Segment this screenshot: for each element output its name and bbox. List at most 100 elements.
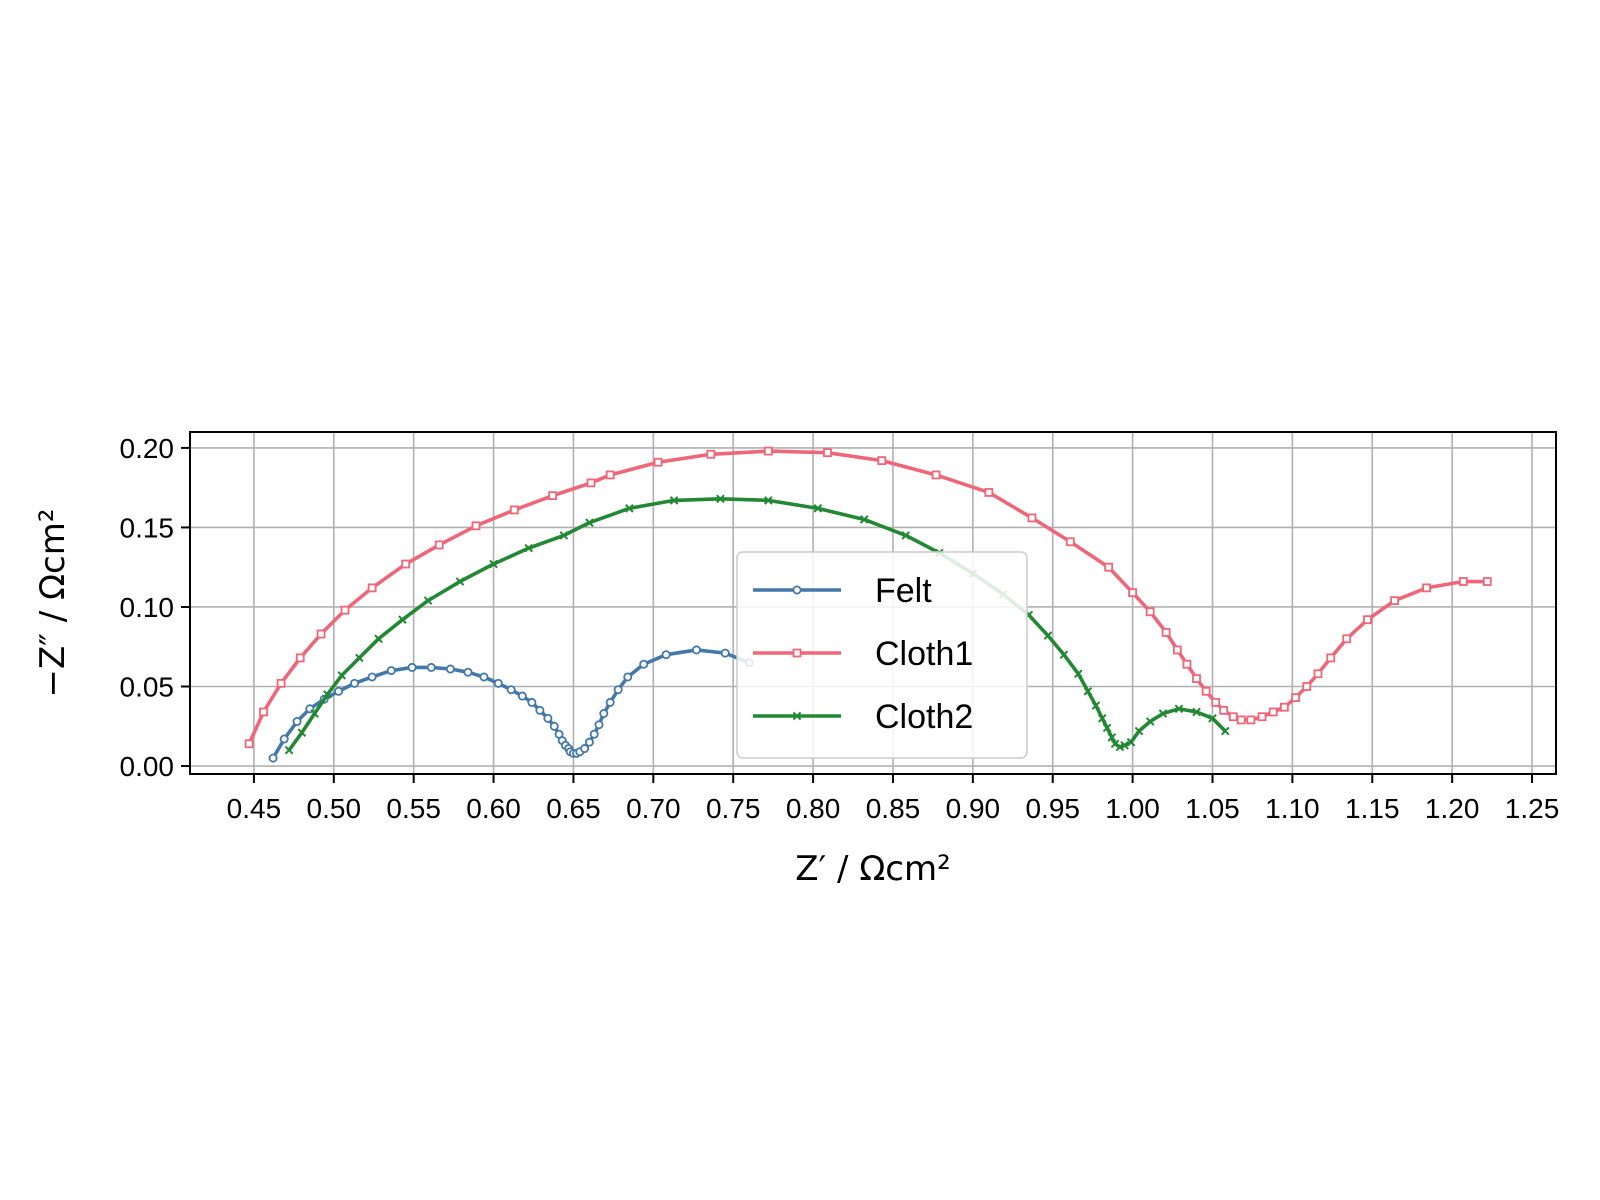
data-point-felt (527, 697, 537, 707)
x-tick-label: 0.70 (626, 793, 681, 824)
data-point-felt (543, 713, 553, 723)
data-point-felt (268, 753, 278, 763)
data-point-felt (639, 659, 649, 669)
data-point-felt (463, 667, 473, 677)
data-point-cloth1 (276, 678, 286, 688)
data-point-felt (506, 685, 516, 695)
legend-label-cloth2: Cloth2 (875, 698, 973, 736)
data-point-cloth1 (1236, 715, 1246, 725)
legend-label-felt: Felt (875, 572, 932, 610)
data-point-felt (720, 648, 730, 658)
x-axis-title: Z′ / Ωcm² (795, 849, 951, 889)
data-point-cloth1 (1228, 712, 1238, 722)
data-point-cloth1 (1257, 712, 1267, 722)
data-point-cloth1 (706, 449, 716, 459)
data-point-cloth1 (1302, 682, 1312, 691)
legend-marker-cloth1 (792, 648, 802, 658)
data-point-cloth1 (877, 456, 887, 466)
data-point-cloth1 (1363, 615, 1372, 625)
data-point-felt (599, 709, 609, 719)
data-point-felt (661, 650, 671, 660)
data-point-cloth1 (1027, 513, 1037, 523)
data-point-cloth1 (653, 457, 663, 467)
data-point-felt (407, 662, 417, 672)
x-tick-label: 0.65 (546, 793, 601, 824)
data-point-cloth1 (1182, 659, 1192, 669)
x-tick-label: 0.50 (307, 793, 362, 824)
data-point-felt (613, 685, 623, 695)
data-point-cloth1 (1201, 686, 1211, 696)
data-point-cloth1 (1104, 562, 1114, 572)
data-point-cloth1 (340, 605, 350, 615)
data-point-cloth1 (509, 505, 519, 515)
data-point-cloth1 (1065, 537, 1075, 547)
data-point-cloth1 (1422, 583, 1431, 593)
x-tick-label: 1.15 (1345, 793, 1400, 824)
x-tick-label: 0.60 (466, 793, 521, 824)
data-point-felt (623, 672, 633, 682)
x-tick-label: 1.20 (1425, 793, 1480, 824)
data-point-cloth1 (1390, 596, 1400, 606)
data-point-cloth1 (259, 707, 268, 717)
y-tick-label: 0.15 (120, 512, 175, 543)
data-point-felt (479, 672, 489, 682)
data-point-cloth1 (295, 653, 305, 663)
data-point-felt (292, 717, 302, 727)
x-tick-label: 0.85 (866, 793, 921, 824)
data-point-cloth1 (1219, 705, 1229, 715)
x-tick-label: 0.80 (786, 793, 841, 824)
x-tick-label: 1.05 (1185, 793, 1240, 824)
data-point-felt (517, 691, 527, 701)
data-point-cloth1 (548, 491, 558, 501)
y-tick-label: 0.10 (120, 592, 175, 623)
data-point-cloth1 (316, 629, 326, 639)
data-point-felt (594, 720, 604, 730)
y-tick-label: 0.05 (120, 672, 175, 703)
data-point-felt (549, 721, 559, 731)
data-point-felt (426, 662, 436, 672)
data-point-cloth1 (1192, 674, 1201, 683)
data-point-cloth1 (434, 540, 444, 550)
y-axis-title: −Z″ / Ωcm² (33, 509, 73, 698)
data-point-cloth1 (1161, 628, 1171, 637)
data-point-cloth1 (471, 521, 481, 531)
x-tick-label: 0.55 (386, 793, 441, 824)
data-point-cloth1 (1482, 577, 1492, 586)
data-point-felt (691, 645, 701, 655)
x-tick-label: 1.10 (1265, 793, 1320, 824)
data-point-cloth1 (763, 446, 773, 456)
data-point-cloth1 (1211, 698, 1221, 707)
data-point-cloth1 (823, 448, 832, 458)
data-point-cloth1 (1268, 707, 1278, 717)
x-tick-label: 0.75 (706, 793, 761, 824)
legend: Felt Cloth1 Cloth2 (736, 551, 1028, 759)
y-tick-label: 0.00 (120, 751, 175, 782)
data-point-cloth1 (586, 478, 596, 488)
data-point-felt (589, 729, 599, 739)
data-point-cloth1 (1291, 693, 1300, 703)
data-point-felt (386, 666, 396, 676)
data-point-cloth1 (367, 583, 377, 593)
x-tick-label: 1.25 (1505, 793, 1560, 824)
data-point-felt (535, 705, 545, 715)
data-point-felt (605, 697, 615, 707)
x-tick-label: 0.95 (1025, 793, 1080, 824)
data-point-cloth1 (1458, 577, 1468, 586)
x-tick-label: 0.90 (946, 793, 1001, 824)
legend-label-cloth1: Cloth1 (875, 635, 973, 673)
data-point-felt (445, 664, 455, 674)
data-point-cloth1 (401, 559, 411, 569)
data-point-cloth1 (931, 470, 941, 480)
data-point-cloth1 (1342, 634, 1352, 644)
data-point-cloth1 (1128, 588, 1138, 598)
data-point-cloth1 (244, 739, 254, 749)
data-point-cloth1 (1326, 653, 1336, 663)
data-point-felt (350, 678, 360, 688)
data-point-felt (334, 686, 344, 696)
data-point-cloth1 (1172, 645, 1182, 655)
data-point-cloth1 (984, 488, 994, 497)
x-tick-label: 0.45 (227, 793, 282, 824)
data-point-felt (493, 678, 503, 688)
chart-figure: 0.45 0.50 0.55 0.60 0.65 0.70 0.75 0.80 0.85 0.90… (0, 0, 1600, 1200)
data-point-cloth1 (605, 470, 615, 480)
